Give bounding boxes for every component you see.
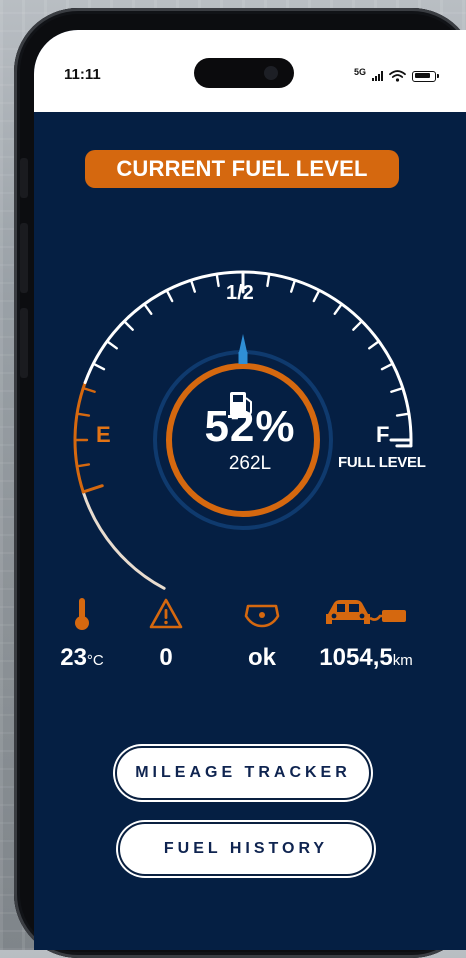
fuel-history-button[interactable]: FUEL HISTORY xyxy=(118,822,374,876)
gauge-tick xyxy=(290,279,297,293)
gauge-tick xyxy=(390,386,404,393)
signal-icon xyxy=(372,71,383,81)
phone-side-button xyxy=(20,158,28,198)
app-screen: 11:11 5G CURRENT FUEL LEVEL 1/2 E F FULL… xyxy=(34,30,466,950)
car-fuel-icon xyxy=(326,600,406,624)
fuel-percent: 52% xyxy=(204,402,296,451)
gauge-tick xyxy=(82,386,96,393)
gauge-half-label: 1/2 xyxy=(226,282,254,304)
wifi-icon xyxy=(389,70,406,82)
gauge-tick xyxy=(92,362,106,371)
dynamic-island xyxy=(194,58,294,88)
page-title: CURRENT FUEL LEVEL xyxy=(85,150,399,188)
battery-icon xyxy=(412,70,439,82)
gauge-tick xyxy=(352,320,363,331)
mileage-tracker-button[interactable]: MILEAGE TRACKER xyxy=(115,746,371,800)
engine-check-icon xyxy=(244,604,280,628)
fuel-liters: 262L xyxy=(228,453,272,474)
gauge-tick xyxy=(189,279,196,293)
camera-lens xyxy=(264,66,278,80)
range-value: 1054,5km xyxy=(319,644,413,671)
stat-engine: ok xyxy=(202,596,322,671)
warning-icon xyxy=(149,598,183,629)
status-icons: 5G xyxy=(353,67,439,82)
phone-side-button xyxy=(20,308,28,378)
engine-value: ok xyxy=(247,644,276,671)
gauge-tick xyxy=(105,340,118,350)
gauge-needle-base xyxy=(238,352,248,364)
gauge-tick xyxy=(266,272,271,288)
gauge-tick xyxy=(123,320,134,331)
status-bar: 11:11 5G xyxy=(34,30,466,112)
phone-side-button xyxy=(20,223,28,293)
gauge-tick xyxy=(368,340,381,350)
gauge-tick xyxy=(165,289,174,303)
thermometer-icon xyxy=(75,598,89,630)
stat-range: 1054,5km xyxy=(306,596,426,671)
gauge-arc-low xyxy=(81,490,166,590)
status-time: 11:11 xyxy=(64,66,101,83)
stats-row: 23°C 0 ok 1054,5km xyxy=(34,596,466,686)
gauge-tick xyxy=(81,484,104,494)
gauge-tick xyxy=(143,302,153,315)
gauge-tick xyxy=(215,272,220,288)
network-label: 5G xyxy=(353,67,366,77)
gauge-tick xyxy=(312,289,321,303)
gauge-tick xyxy=(380,362,394,371)
gauge-tick xyxy=(333,302,343,315)
gauge-needle xyxy=(239,334,247,352)
